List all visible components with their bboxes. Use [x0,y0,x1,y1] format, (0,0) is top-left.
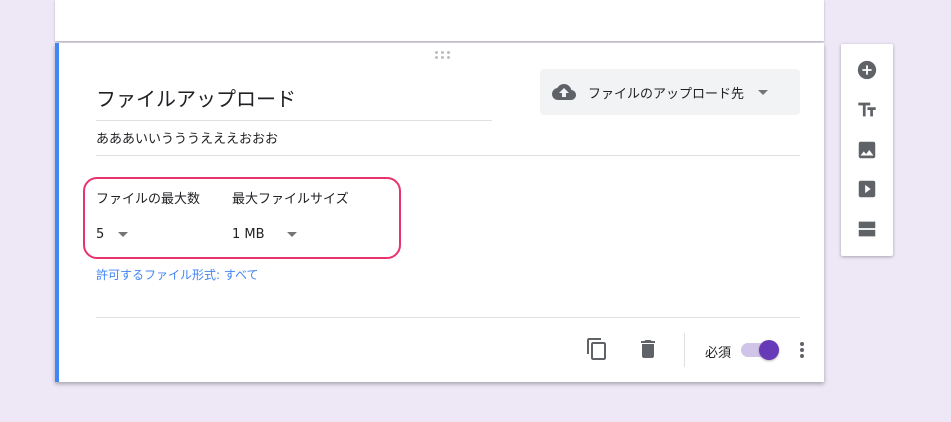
chevron-down-icon [118,232,129,237]
max-files-value: 5 [96,227,105,242]
required-label: 必須 [705,346,732,361]
more-vert-icon[interactable] [790,338,814,362]
add-image-icon[interactable] [856,139,878,161]
upload-destination-dropdown[interactable]: ファイルのアップロード先 [540,69,800,115]
divider [96,317,800,318]
question-description-input[interactable]: あああいいうううえええおおお [96,128,800,156]
max-size-field: 最大ファイルサイズ 1 MB [232,188,349,242]
trash-icon[interactable] [636,337,660,361]
max-files-dropdown[interactable]: 5 [96,227,200,242]
add-question-icon[interactable] [856,59,878,81]
drag-handle-icon[interactable] [435,51,451,59]
max-files-label: ファイルの最大数 [96,192,201,207]
side-toolbar [841,44,893,256]
max-files-field: ファイルの最大数 5 [96,188,200,242]
required-toggle[interactable] [741,340,779,360]
add-section-icon[interactable] [856,218,878,240]
upload-destination-label: ファイルのアップロード先 [588,86,745,102]
chevron-down-icon [758,89,769,95]
question-title-input[interactable]: ファイルアップロード [96,83,492,121]
duplicate-icon[interactable] [585,337,609,361]
max-size-label: 最大ファイルサイズ [232,192,349,207]
max-size-value: 1 MB [232,227,265,242]
divider [684,333,685,367]
allowed-file-types-link[interactable]: 許可するファイル形式: すべて [96,266,259,283]
cloud-upload-icon [552,84,576,100]
previous-question-card[interactable] [55,0,824,41]
add-video-icon[interactable] [856,178,878,200]
max-size-dropdown[interactable]: 1 MB [232,227,349,242]
question-card[interactable]: ファイルアップロード あああいいうううえええおおお ファイルのアップロード先 フ… [55,43,824,382]
add-title-icon[interactable] [856,99,878,121]
chevron-down-icon [286,232,297,237]
